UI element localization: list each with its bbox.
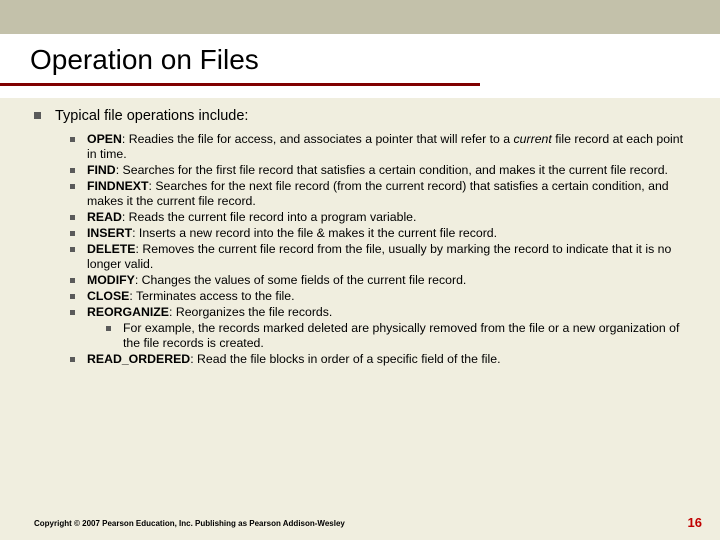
op-desc: : Searches for the first file record tha… (116, 163, 668, 177)
op-italic: current (514, 132, 552, 146)
op-name: OPEN (87, 132, 122, 146)
op-text: READ: Reads the current file record into… (87, 210, 416, 225)
op-text: OPEN: Readies the file for access, and a… (87, 132, 692, 162)
op-name: FINDNEXT (87, 179, 149, 193)
op-desc: : Readies the file for access, and assoc… (122, 132, 514, 146)
square-bullet-icon (70, 184, 75, 189)
square-bullet-icon (70, 168, 75, 173)
square-bullet-icon (70, 137, 75, 142)
op-row: CLOSE: Terminates access to the file. (34, 289, 692, 304)
square-bullet-icon (70, 294, 75, 299)
op-row: REORGANIZE: Reorganizes the file records… (34, 305, 692, 320)
op-desc: : Read the file blocks in order of a spe… (190, 352, 500, 366)
op-text: CLOSE: Terminates access to the file. (87, 289, 295, 304)
op-name: INSERT (87, 226, 132, 240)
op-desc: : Reorganizes the file records. (169, 305, 332, 319)
op-name: READ (87, 210, 122, 224)
page-number: 16 (688, 515, 702, 530)
op-example-text: For example, the records marked deleted … (123, 321, 692, 351)
lead-row: Typical file operations include: (34, 108, 692, 126)
op-row: INSERT: Inserts a new record into the fi… (34, 226, 692, 241)
op-desc: : Inserts a new record into the file & m… (132, 226, 497, 240)
op-desc: : Removes the current file record from t… (87, 242, 671, 271)
square-bullet-icon (70, 357, 75, 362)
op-name: MODIFY (87, 273, 135, 287)
op-desc: : Searches for the next file record (fro… (87, 179, 669, 208)
op-row: OPEN: Readies the file for access, and a… (34, 132, 692, 162)
op-name: REORGANIZE (87, 305, 169, 319)
op-row: FINDNEXT: Searches for the next file rec… (34, 179, 692, 209)
square-bullet-icon (70, 215, 75, 220)
op-row: READ: Reads the current file record into… (34, 210, 692, 225)
title-underline (0, 83, 480, 86)
op-text: FINDNEXT: Searches for the next file rec… (87, 179, 692, 209)
op-text: FIND: Searches for the first file record… (87, 163, 668, 178)
op-text: REORGANIZE: Reorganizes the file records… (87, 305, 332, 320)
op-name: FIND (87, 163, 116, 177)
content-area: Typical file operations include: OPEN: R… (34, 108, 692, 368)
op-name: CLOSE (87, 289, 129, 303)
op-text: DELETE: Removes the current file record … (87, 242, 692, 272)
square-bullet-icon (106, 326, 111, 331)
square-bullet-icon (34, 112, 41, 119)
top-accent-band (0, 0, 720, 34)
op-desc: : Terminates access to the file. (129, 289, 294, 303)
op-row: DELETE: Removes the current file record … (34, 242, 692, 272)
square-bullet-icon (70, 278, 75, 283)
square-bullet-icon (70, 247, 75, 252)
op-row: MODIFY: Changes the values of some field… (34, 273, 692, 288)
op-row: READ_ORDERED: Read the file blocks in or… (34, 352, 692, 367)
op-name: READ_ORDERED (87, 352, 190, 366)
op-text: READ_ORDERED: Read the file blocks in or… (87, 352, 501, 367)
square-bullet-icon (70, 231, 75, 236)
op-name: DELETE (87, 242, 136, 256)
square-bullet-icon (70, 310, 75, 315)
op-desc: : Reads the current file record into a p… (122, 210, 417, 224)
op-text: INSERT: Inserts a new record into the fi… (87, 226, 497, 241)
op-desc: : Changes the values of some fields of t… (135, 273, 467, 287)
op-text: MODIFY: Changes the values of some field… (87, 273, 466, 288)
slide-title: Operation on Files (30, 44, 259, 76)
op-row: FIND: Searches for the first file record… (34, 163, 692, 178)
copyright-text: Copyright © 2007 Pearson Education, Inc.… (34, 519, 345, 528)
lead-text: Typical file operations include: (55, 108, 248, 126)
op-example-row: For example, the records marked deleted … (34, 321, 692, 351)
